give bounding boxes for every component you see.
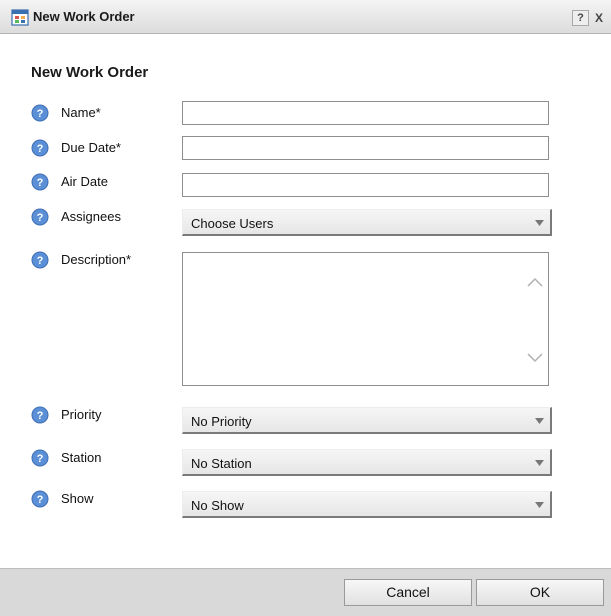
svg-text:?: ?	[37, 255, 44, 267]
dialog-title: New Work Order	[33, 9, 135, 24]
svg-text:?: ?	[37, 453, 44, 465]
question-circle-icon[interactable]: ?	[31, 173, 49, 191]
due-date-input[interactable]	[182, 136, 549, 160]
assignees-label: Assignees	[61, 209, 121, 224]
show-select-value: No Show	[191, 498, 244, 513]
chevron-down-icon	[535, 460, 544, 466]
description-textarea[interactable]	[182, 252, 549, 386]
station-select-value: No Station	[191, 456, 252, 471]
due-date-label: Due Date*	[61, 140, 121, 155]
assignees-select-value: Choose Users	[191, 216, 274, 231]
chevron-down-icon	[535, 502, 544, 508]
air-date-label: Air Date	[61, 174, 108, 189]
air-date-input[interactable]	[182, 173, 549, 197]
help-button[interactable]: ?	[572, 10, 589, 26]
question-circle-icon[interactable]: ?	[31, 406, 49, 424]
question-circle-icon[interactable]: ?	[31, 449, 49, 467]
close-button[interactable]: X	[595, 10, 611, 26]
assignees-select[interactable]: Choose Users	[182, 209, 552, 236]
ok-button[interactable]: OK	[476, 579, 604, 606]
name-label: Name*	[61, 105, 101, 120]
scroll-down-icon[interactable]	[525, 350, 545, 366]
svg-text:?: ?	[37, 143, 44, 155]
chevron-down-icon	[535, 418, 544, 424]
show-select[interactable]: No Show	[182, 491, 552, 518]
description-label: Description*	[61, 252, 132, 267]
svg-text:?: ?	[37, 410, 44, 422]
cancel-button[interactable]: Cancel	[344, 579, 472, 606]
question-circle-icon[interactable]: ?	[31, 208, 49, 226]
work-order-icon	[11, 9, 29, 26]
question-circle-icon[interactable]: ?	[31, 251, 49, 269]
dialog-titlebar: New Work Order ? X	[0, 0, 611, 34]
question-circle-icon[interactable]: ?	[31, 490, 49, 508]
station-select[interactable]: No Station	[182, 449, 552, 476]
question-circle-icon[interactable]: ?	[31, 104, 49, 122]
svg-text:?: ?	[37, 177, 44, 189]
show-label: Show	[61, 491, 94, 506]
chevron-down-icon	[535, 220, 544, 226]
priority-label: Priority	[61, 407, 102, 422]
question-circle-icon[interactable]: ?	[31, 139, 49, 157]
scroll-up-icon[interactable]	[525, 274, 545, 290]
name-input[interactable]	[182, 101, 549, 125]
form-heading: New Work Order	[31, 64, 149, 81]
svg-text:?: ?	[37, 494, 44, 506]
priority-select-value: No Priority	[191, 414, 252, 429]
priority-select[interactable]: No Priority	[182, 407, 552, 434]
svg-text:?: ?	[37, 212, 44, 224]
station-label: Station	[61, 450, 102, 465]
svg-text:?: ?	[37, 108, 44, 120]
